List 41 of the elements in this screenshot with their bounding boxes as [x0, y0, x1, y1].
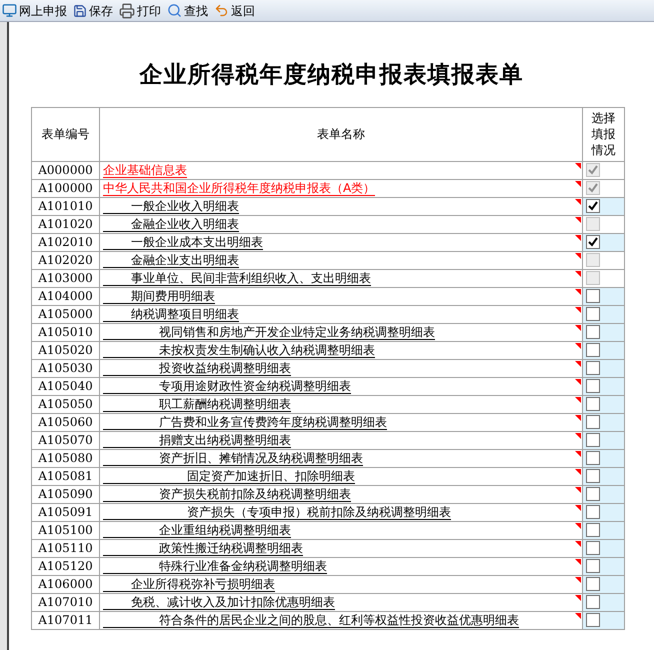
form-code: A102020	[38, 252, 93, 266]
form-code: A105110	[38, 540, 93, 554]
form-code: A105050	[38, 396, 93, 410]
toolbar-button[interactable]: 返回	[214, 3, 255, 18]
form-code: A100000	[38, 180, 93, 194]
form-code: A105040	[38, 378, 93, 392]
column-header: 选择填报情况	[592, 110, 616, 158]
form-code: A105060	[38, 414, 93, 428]
printer-icon	[119, 2, 135, 18]
monitor-icon	[2, 3, 17, 18]
column-header: 表单编号	[42, 127, 90, 141]
form-code: A105120	[38, 558, 93, 572]
form-code: A107010	[38, 594, 93, 608]
check-icon	[588, 237, 598, 247]
form-code: A105030	[38, 360, 93, 374]
form-code: A104000	[38, 288, 93, 302]
form-code: A105081	[38, 468, 93, 482]
column-header: 表单名称	[317, 127, 365, 141]
toolbar-button[interactable]: 查找	[167, 3, 208, 18]
form-code: A107011	[38, 612, 93, 626]
form-code: A102010	[38, 234, 93, 248]
toolbar-button[interactable]: 保存	[73, 4, 113, 18]
form-code: A101010	[38, 198, 93, 212]
return-arrow-icon	[214, 3, 229, 18]
form-code: A105080	[38, 450, 93, 464]
form-code: A105091	[38, 504, 93, 518]
floppy-icon	[73, 4, 87, 18]
toolbar-button[interactable]: 打印	[119, 2, 161, 18]
form-code: A106000	[38, 576, 93, 590]
form-code: A105020	[38, 342, 93, 356]
form-code: A101020	[38, 216, 93, 230]
form-code: A105090	[38, 486, 93, 500]
form-code: A105070	[38, 432, 93, 446]
page-title: 企业所得税年度纳税申报表填报表单	[140, 60, 524, 90]
form-code: A000000	[38, 162, 93, 176]
form-code: A105010	[38, 324, 93, 338]
search-icon	[167, 3, 182, 18]
form-code: A103000	[38, 270, 93, 284]
form-code: A105100	[38, 522, 93, 536]
form-code: A105000	[38, 306, 93, 320]
toolbar-button[interactable]: 网上申报	[2, 3, 67, 18]
